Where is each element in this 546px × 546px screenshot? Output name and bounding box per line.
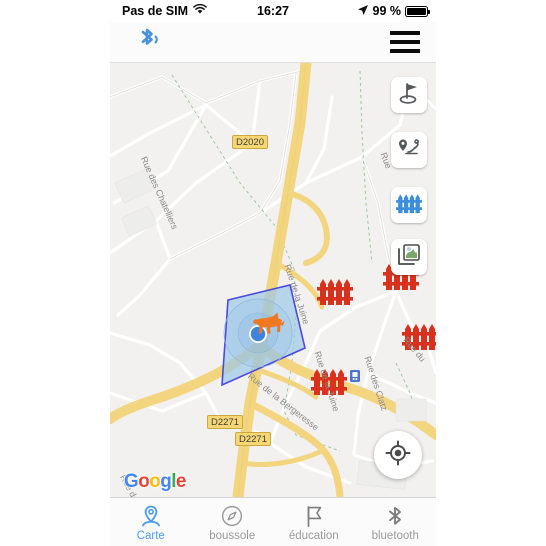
google-logo-e: e bbox=[175, 471, 187, 492]
road-shield: D2271 bbox=[207, 415, 243, 429]
tab-education-label: éducation bbox=[288, 530, 339, 542]
tab-education[interactable]: éducation bbox=[273, 498, 355, 546]
crosshair-icon bbox=[385, 440, 411, 471]
fence-icon bbox=[396, 192, 422, 219]
golf-flag-icon bbox=[397, 81, 421, 110]
tab-carte-label: Carte bbox=[136, 530, 165, 542]
status-time: 16:27 bbox=[257, 4, 289, 18]
fence-marker[interactable] bbox=[317, 276, 353, 306]
google-logo-o1: o bbox=[138, 471, 150, 492]
golf-flag-button[interactable] bbox=[391, 77, 427, 113]
tab-bluetooth-label: bluetooth bbox=[371, 530, 419, 542]
google-logo-g2: g bbox=[160, 471, 172, 492]
battery-icon bbox=[405, 5, 431, 17]
status-bar-right: 99 % bbox=[357, 0, 431, 22]
map-pin-person-icon bbox=[139, 504, 163, 528]
compass-icon bbox=[220, 504, 244, 528]
status-bar: Pas de SIM 16:27 99 % bbox=[110, 0, 436, 22]
hamburger-menu-icon[interactable] bbox=[390, 31, 420, 53]
map-view[interactable]: D2020 D2271 D2271 Rue des Chatelliers Ru… bbox=[110, 63, 436, 497]
tab-bluetooth[interactable]: bluetooth bbox=[355, 498, 437, 546]
fence-button[interactable] bbox=[391, 187, 427, 223]
location-arrow-icon bbox=[357, 4, 369, 19]
navigation-bar bbox=[110, 22, 436, 63]
transit-poi-icon[interactable] bbox=[350, 369, 360, 387]
my-location-button[interactable] bbox=[374, 431, 422, 479]
map-layers-button[interactable] bbox=[391, 239, 427, 275]
tab-carte[interactable]: Carte bbox=[110, 498, 192, 546]
flag-icon bbox=[302, 504, 326, 528]
tab-boussole[interactable]: boussole bbox=[192, 498, 274, 546]
route-button[interactable] bbox=[391, 132, 427, 168]
google-logo: Google bbox=[124, 471, 186, 493]
road-shield: D2271 bbox=[235, 432, 271, 446]
tab-bar: Carte boussole éducation bluetooth bbox=[110, 497, 436, 546]
battery-percent-label: 99 % bbox=[372, 4, 402, 18]
route-pin-icon bbox=[397, 136, 421, 165]
phone-screen: Pas de SIM 16:27 99 % D2020 D2271 D2271 … bbox=[110, 0, 436, 546]
road-shield: D2020 bbox=[232, 135, 268, 149]
bluetooth-status-button[interactable] bbox=[132, 27, 166, 57]
dog-marker[interactable] bbox=[249, 310, 289, 342]
bluetooth-connected-icon bbox=[134, 26, 164, 59]
google-logo-g1: G bbox=[124, 471, 139, 492]
map-layers-icon bbox=[396, 242, 422, 273]
bluetooth-icon bbox=[383, 504, 407, 528]
tab-boussole-label: boussole bbox=[209, 530, 256, 542]
google-logo-o2: o bbox=[149, 471, 161, 492]
